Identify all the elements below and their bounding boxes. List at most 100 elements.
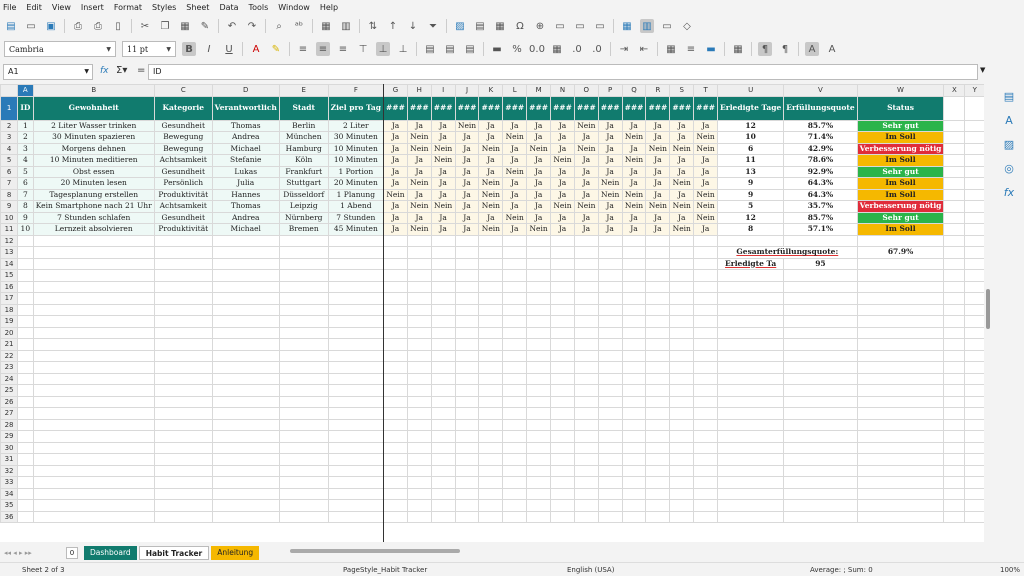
cell-day[interactable]: Ja: [550, 211, 575, 224]
cell[interactable]: [383, 234, 408, 247]
horizontal-scrollbar[interactable]: [290, 549, 460, 553]
header-cell[interactable]: Ziel pro Tag: [327, 95, 385, 121]
cell[interactable]: [573, 292, 599, 305]
cell[interactable]: [550, 292, 575, 305]
cell-day[interactable]: Nein: [430, 142, 456, 155]
cell[interactable]: [783, 407, 858, 420]
cell[interactable]: [669, 418, 695, 431]
cell[interactable]: [669, 246, 695, 259]
cell[interactable]: [597, 395, 623, 408]
cell[interactable]: [693, 372, 719, 385]
cell[interactable]: [502, 269, 528, 282]
cell[interactable]: [964, 372, 985, 385]
cell[interactable]: [856, 476, 945, 489]
cell[interactable]: [478, 407, 504, 420]
cell[interactable]: [783, 476, 858, 489]
cell-habit[interactable]: 7 Stunden schlafen: [32, 211, 155, 224]
row-header[interactable]: 24: [0, 372, 19, 385]
column-header[interactable]: B: [32, 84, 155, 97]
cell[interactable]: [526, 234, 552, 247]
column-header[interactable]: O: [573, 84, 599, 97]
cell[interactable]: [783, 372, 858, 385]
cell-day[interactable]: Nein: [693, 211, 719, 224]
row-header[interactable]: 35: [0, 499, 19, 512]
cell[interactable]: [278, 303, 329, 316]
cell[interactable]: [783, 269, 858, 282]
header-cell[interactable]: ###: [526, 95, 552, 121]
vertical-scrollbar[interactable]: [984, 84, 992, 542]
cell-goal[interactable]: 1 Planung: [327, 188, 385, 201]
cell-day[interactable]: Ja: [669, 211, 695, 224]
cell[interactable]: [153, 361, 213, 374]
row-header[interactable]: 20: [0, 326, 19, 339]
cell-goal[interactable]: 7 Stunden: [327, 211, 385, 224]
cell[interactable]: [597, 234, 623, 247]
font-size-combo[interactable]: 11 pt ▼: [122, 41, 176, 57]
cell[interactable]: [943, 326, 966, 339]
summary-quote-label[interactable]: Gesamterfüllungsquote:: [717, 246, 858, 259]
cell-day[interactable]: Ja: [693, 154, 719, 167]
cell-day[interactable]: Ja: [645, 188, 671, 201]
cell[interactable]: [32, 418, 155, 431]
cell[interactable]: [783, 384, 858, 397]
font-color-icon[interactable]: A: [249, 42, 263, 56]
cell[interactable]: [943, 372, 966, 385]
cell[interactable]: [621, 234, 647, 247]
cell-day[interactable]: Ja: [621, 211, 647, 224]
cell[interactable]: [383, 246, 408, 259]
cell[interactable]: [211, 257, 280, 270]
cell[interactable]: [669, 349, 695, 362]
cell[interactable]: [430, 407, 456, 420]
cell-day[interactable]: Ja: [573, 165, 599, 178]
cell[interactable]: [717, 487, 785, 500]
cell[interactable]: [717, 384, 785, 397]
cell-city[interactable]: Köln: [278, 154, 329, 167]
row-header[interactable]: 1: [0, 95, 19, 121]
cell-day[interactable]: Ja: [597, 165, 623, 178]
column-header[interactable]: I: [430, 84, 456, 97]
cell-day[interactable]: Nein: [550, 154, 575, 167]
cell[interactable]: [478, 418, 504, 431]
cell-day[interactable]: Ja: [645, 119, 671, 132]
cell[interactable]: [693, 430, 719, 443]
column-header[interactable]: K: [478, 84, 504, 97]
cell-day[interactable]: Ja: [550, 119, 575, 132]
cell[interactable]: [502, 326, 528, 339]
cell[interactable]: [406, 464, 432, 477]
cell-habit[interactable]: Lernzeit absolvieren: [32, 223, 155, 236]
cell[interactable]: [430, 453, 456, 466]
cell[interactable]: [550, 476, 575, 489]
cell[interactable]: [573, 338, 599, 351]
autofilter-icon[interactable]: ⏷: [426, 19, 440, 33]
cell[interactable]: [17, 338, 34, 351]
cell[interactable]: [597, 326, 623, 339]
cell[interactable]: [502, 361, 528, 374]
status-badge[interactable]: Verbesserung nötig: [856, 200, 945, 213]
cell-day[interactable]: Ja: [454, 165, 480, 178]
cell[interactable]: [645, 292, 671, 305]
cell[interactable]: [383, 269, 408, 282]
cell[interactable]: [406, 246, 432, 259]
cell[interactable]: [645, 395, 671, 408]
cell-city[interactable]: München: [278, 131, 329, 144]
cell[interactable]: [211, 395, 280, 408]
row-header[interactable]: 8: [0, 188, 19, 201]
cell[interactable]: [478, 338, 504, 351]
cell[interactable]: [621, 303, 647, 316]
cell[interactable]: [717, 453, 785, 466]
cell-day[interactable]: Nein: [406, 177, 432, 190]
cell[interactable]: [943, 303, 966, 316]
cell[interactable]: [597, 418, 623, 431]
cell[interactable]: [550, 234, 575, 247]
cell-day[interactable]: Ja: [454, 188, 480, 201]
cell[interactable]: [526, 246, 552, 259]
cell[interactable]: [669, 384, 695, 397]
cell-rate[interactable]: 64.3%: [783, 177, 858, 190]
cell-day[interactable]: Nein: [693, 200, 719, 213]
cell[interactable]: [454, 464, 480, 477]
cell[interactable]: [327, 453, 385, 466]
cell[interactable]: [964, 326, 985, 339]
cell[interactable]: [211, 430, 280, 443]
cell[interactable]: [573, 280, 599, 293]
cell[interactable]: [478, 487, 504, 500]
